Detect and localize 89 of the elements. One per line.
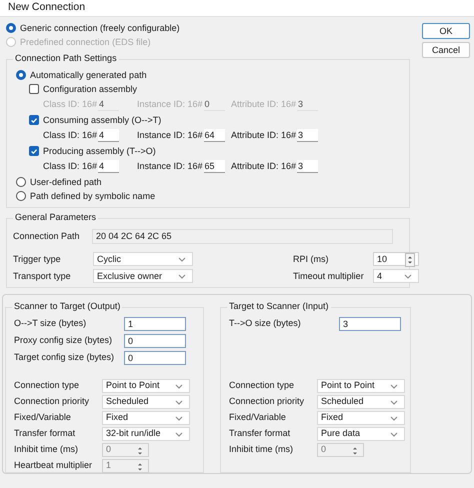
input-field[interactable]: 3	[297, 129, 318, 142]
dropdown[interactable]: Scheduled	[317, 394, 405, 408]
caret-icon	[175, 432, 183, 436]
caret-icon	[175, 384, 183, 388]
field-label: Attribute ID: 16#	[231, 161, 296, 172]
field-label: Inhibit time (ms)	[14, 444, 80, 455]
field-label: RPI (ms)	[293, 254, 330, 264]
field-label: Class ID: 16#	[43, 99, 98, 110]
group-title: General Parameters	[13, 212, 98, 223]
dropdown[interactable]: Scheduled	[102, 394, 190, 408]
input-field[interactable]: 4	[98, 129, 120, 142]
read-only-field: 20 04 2C 64 2C 65	[92, 229, 393, 244]
field-label: Class ID: 16#	[43, 161, 98, 172]
field-label: Timeout multiplier	[293, 270, 365, 282]
radio-button[interactable]	[16, 70, 26, 80]
dropdown[interactable]: Point to Point	[317, 378, 405, 392]
radio-label: User-defined path	[30, 176, 102, 188]
caret-icon	[175, 400, 183, 404]
checkbox[interactable]	[29, 115, 39, 125]
input-field[interactable]: 3	[339, 316, 401, 330]
input-field[interactable]: 4	[98, 160, 120, 173]
field-label: O-->T size (bytes)	[14, 318, 88, 329]
field-label: T-->O size (bytes)	[229, 318, 302, 329]
field-label: Heartbeat multiplier	[14, 460, 94, 471]
field-label: Instance ID: 16#	[137, 99, 203, 110]
dropdown[interactable]: Fixed	[317, 410, 405, 424]
radio-button[interactable]	[6, 23, 16, 33]
dropdown[interactable]: Pure data	[317, 426, 405, 440]
field-label: Proxy config size (bytes)	[14, 335, 114, 346]
field-label: Connection priority	[14, 396, 90, 407]
field-label: Target config size (bytes)	[14, 352, 116, 363]
field-label: Transport type	[13, 270, 72, 282]
input-field[interactable]: 4	[98, 98, 120, 111]
caret-icon	[390, 384, 398, 388]
field-label: Connection Path	[13, 231, 77, 242]
input-field[interactable]: 0	[124, 334, 186, 348]
input-field[interactable]: 1	[124, 316, 186, 330]
dropdown[interactable]: 4	[373, 269, 419, 283]
radio-label: Generic connection (freely configurable)	[20, 22, 180, 34]
input-field[interactable]: 0	[124, 350, 186, 364]
radio-label: Automatically generated path	[30, 70, 147, 80]
checkbox[interactable]	[29, 84, 39, 94]
caret-icon	[178, 257, 186, 262]
dropdown[interactable]: 32-bit run/idle	[102, 426, 190, 440]
radio-button[interactable]	[16, 191, 26, 201]
radio-label: Path defined by symbolic name	[30, 190, 156, 202]
input-field[interactable]: 64	[204, 129, 225, 142]
window-title: New Connection	[0, 0, 474, 17]
group-title: Connection Path Settings	[13, 53, 119, 64]
checkbox-label: Producing assembly (T-->O)	[43, 146, 156, 156]
field-label: Instance ID: 16#	[137, 161, 203, 172]
radio-label: Predefined connection (EDS file)	[20, 36, 151, 48]
field-label: Instance ID: 16#	[137, 130, 203, 141]
input-field[interactable]: 0	[204, 98, 225, 111]
dropdown[interactable]: Cyclic	[93, 252, 193, 266]
caret-icon	[178, 274, 186, 279]
field-label: Transfer format	[14, 428, 76, 439]
checkbox[interactable]	[29, 146, 39, 156]
input-field[interactable]: 3	[297, 98, 318, 111]
checkbox-label: Configuration assembly	[43, 84, 138, 94]
field-label: Trigger type	[13, 254, 62, 264]
dropdown[interactable]: Point to Point	[102, 378, 190, 392]
dialog-button[interactable]: OK	[422, 23, 470, 39]
checkbox-label: Consuming assembly (O-->T)	[43, 114, 162, 126]
caret-icon	[390, 416, 398, 420]
group-title: Target to Scanner (Input)	[227, 301, 331, 312]
input-field[interactable]: 3	[297, 160, 318, 173]
group-title: Scanner to Target (Output)	[12, 301, 122, 312]
dropdown[interactable]: Exclusive owner	[93, 269, 193, 283]
caret-icon	[175, 416, 183, 420]
spinner-field[interactable]: 10	[373, 252, 419, 266]
radio-button[interactable]	[16, 177, 26, 187]
dropdown[interactable]: Fixed	[102, 410, 190, 424]
field-label: Attribute ID: 16#	[231, 99, 296, 110]
field-label: Fixed/Variable	[229, 412, 287, 423]
field-label: Connection type	[229, 380, 296, 391]
field-label: Connection priority	[229, 396, 306, 407]
field-label: Class ID: 16#	[43, 130, 98, 141]
field-label: Transfer format	[229, 428, 292, 439]
input-field[interactable]: 65	[204, 160, 225, 173]
caret-icon	[390, 432, 398, 436]
caret-icon	[404, 274, 412, 279]
field-label: Inhibit time (ms)	[229, 444, 294, 455]
field-label: Connection type	[14, 380, 80, 391]
field-label: Fixed/Variable	[14, 412, 72, 423]
spinner-icon	[405, 253, 415, 267]
dialog-button[interactable]: Cancel	[422, 42, 470, 58]
caret-icon	[390, 400, 398, 404]
field-label: Attribute ID: 16#	[231, 130, 296, 141]
